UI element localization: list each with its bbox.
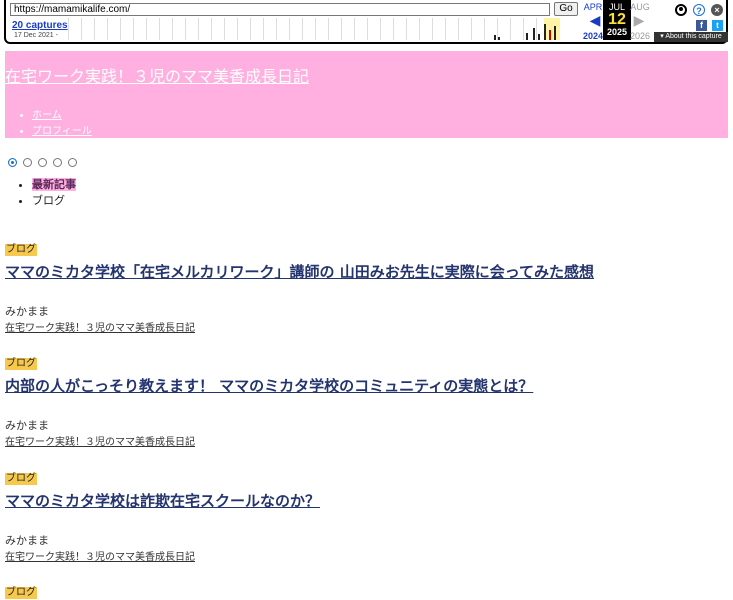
slider-dot[interactable] <box>53 158 62 167</box>
wayback-url-input[interactable] <box>10 3 550 16</box>
wayback-sparkline[interactable] <box>68 18 560 40</box>
post-card: ブログ <box>5 580 725 600</box>
wayback-prev-year[interactable]: 2024 <box>581 31 605 41</box>
wayback-sparkline-bar <box>498 37 500 40</box>
facebook-icon[interactable]: f <box>696 20 707 31</box>
post-author: みかまま <box>5 534 49 547</box>
post-blog-link[interactable]: 在宅ワーク実践！３児のママ美香成長日記 <box>5 548 195 563</box>
wayback-sparkline-bar <box>494 35 496 40</box>
twitter-icon[interactable]: t <box>712 20 723 31</box>
main-nav: ホーム プロフィール <box>17 108 92 140</box>
wayback-sparkline-bar <box>533 28 535 40</box>
slider-dot[interactable] <box>23 158 32 167</box>
site-title-link[interactable]: 在宅ワーク実践！３児のママ美香成長日記 <box>5 63 309 87</box>
user-icon[interactable] <box>675 4 687 16</box>
slider-dot[interactable] <box>68 158 77 167</box>
wayback-go-button[interactable]: Go <box>554 2 578 16</box>
wayback-capture-range: 17 Dec 2021 - <box>14 32 58 39</box>
nav-item-profile: プロフィール <box>32 124 92 140</box>
wayback-next-arrow-icon: ▶ <box>633 12 645 28</box>
close-icon[interactable]: × <box>711 4 723 16</box>
post-card: ブログ ママのミカタ学校「在宅メルカリワーク」講師の 山田みお先生に実際に会って… <box>5 237 725 337</box>
tab-latest[interactable]: 最新記事 <box>32 177 76 193</box>
wayback-sparkline-bar <box>554 26 556 40</box>
nav-link-profile[interactable]: プロフィール <box>32 126 92 137</box>
slider-dot[interactable] <box>38 158 47 167</box>
nav-item-home: ホーム <box>32 108 92 124</box>
post-author: みかまま <box>5 419 49 432</box>
post-title-link[interactable]: ママのミカタ学校「在宅メルカリワーク」講師の 山田みお先生に実際に会ってみた感想 <box>5 261 594 282</box>
post-title-link[interactable]: ママのミカタ学校は詐欺在宅スクールなのか？ <box>5 490 320 511</box>
wayback-next-month: AUG <box>630 2 650 12</box>
wayback-sparkline-selected-year <box>544 18 560 40</box>
wayback-current-day: 12 <box>608 11 626 28</box>
wayback-sparkline-bar <box>526 33 528 40</box>
help-icon[interactable]: ? <box>693 4 705 16</box>
post-category-badge[interactable]: ブログ <box>5 358 37 370</box>
tab-latest-label: 最新記事 <box>32 178 76 191</box>
wayback-toolbar: Go 20 captures 17 Dec 2021 - APR ◀ 2024 … <box>4 0 728 44</box>
post-card: ブログ ママのミカタ学校は詐欺在宅スクールなのか？ みかまま 在宅ワーク実践！３… <box>5 466 725 566</box>
wayback-current-capture: JUL 12 2025 <box>603 0 631 40</box>
post-category-badge[interactable]: ブログ <box>5 587 37 599</box>
wayback-sparkline-bar <box>549 30 551 40</box>
post-category-badge[interactable]: ブログ <box>5 473 37 485</box>
wayback-prev-arrow-icon[interactable]: ◀ <box>588 12 602 29</box>
post-title-link[interactable]: 内部の人がこっそり教えます！ ママのミカタ学校のコミュニティの実態とは？ <box>5 375 533 396</box>
post-tabs: 最新記事 ブログ <box>12 177 76 209</box>
post-author: みかまま <box>5 305 49 318</box>
post-card: ブログ 内部の人がこっそり教えます！ ママのミカタ学校のコミュニティの実態とは？… <box>5 351 725 451</box>
about-capture-button[interactable]: ▾ About this capture <box>654 32 728 42</box>
tab-blog-label: ブログ <box>32 194 65 207</box>
post-category-badge[interactable]: ブログ <box>5 244 37 256</box>
site-header: 在宅ワーク実践！３児のママ美香成長日記 ホーム プロフィール <box>5 51 728 138</box>
wayback-sparkline-bar <box>538 34 540 40</box>
wayback-next-year: 2026 <box>629 31 651 41</box>
post-blog-link[interactable]: 在宅ワーク実践！３児のママ美香成長日記 <box>5 433 195 448</box>
slider-dot[interactable] <box>8 158 17 167</box>
wayback-captures-link[interactable]: 20 captures <box>12 20 68 31</box>
nav-link-home[interactable]: ホーム <box>32 110 62 121</box>
wayback-prev-month[interactable]: APR <box>581 2 605 12</box>
wayback-sparkline-bar <box>544 24 546 40</box>
slider-dots <box>8 152 83 171</box>
wayback-current-year: 2025 <box>606 27 628 37</box>
tab-blog[interactable]: ブログ <box>32 193 76 209</box>
post-blog-link[interactable]: 在宅ワーク実践！３児のママ美香成長日記 <box>5 319 195 334</box>
